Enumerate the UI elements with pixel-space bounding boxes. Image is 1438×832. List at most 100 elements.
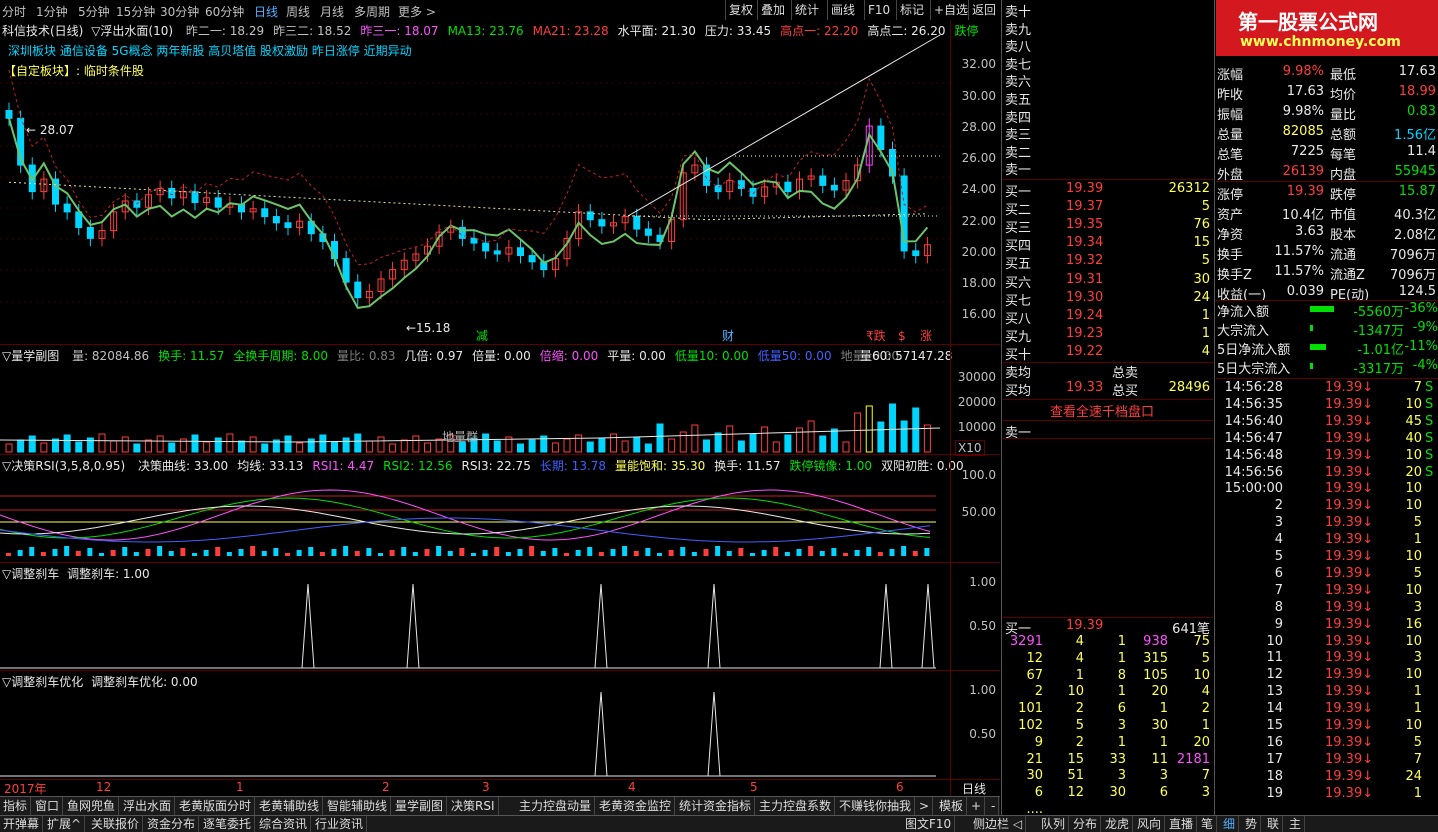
side-tab[interactable]: 分布 bbox=[1070, 816, 1102, 832]
bid-price: 19.24 bbox=[1066, 307, 1104, 323]
brake-chart[interactable] bbox=[0, 580, 950, 670]
side-tab[interactable]: 侧边栏 ◁ bbox=[970, 816, 1027, 832]
queue-cell: 6 bbox=[1159, 785, 1168, 801]
tab-period[interactable]: 日线 bbox=[254, 3, 278, 20]
indicator-tab[interactable]: + bbox=[968, 797, 986, 816]
tab-period[interactable]: 15分钟 bbox=[116, 3, 155, 20]
tab-period[interactable]: 分时 bbox=[2, 3, 26, 20]
bid-level-label: 买七 bbox=[1005, 293, 1032, 309]
volume-bar bbox=[214, 437, 222, 453]
side-tab[interactable]: 风向 bbox=[1134, 816, 1166, 832]
indicator-tab[interactable]: 指标 bbox=[0, 797, 32, 816]
toolbar-button[interactable]: 标记 bbox=[896, 0, 927, 20]
status-tab[interactable]: 行业资讯 bbox=[312, 816, 368, 832]
brake-panel-title[interactable]: ▽调整刹车 bbox=[2, 567, 59, 581]
status-tab[interactable]: 扩展^ bbox=[44, 816, 86, 832]
tick-volume: 7 bbox=[1413, 380, 1422, 395]
indicator-tab[interactable]: 主力控盘动量 bbox=[516, 797, 596, 816]
indicator-tab[interactable]: 老黄资金监控 bbox=[596, 797, 676, 816]
tab-period[interactable]: 周线 bbox=[286, 3, 310, 20]
indicator-tab[interactable]: 老黄辅助线 bbox=[256, 797, 324, 816]
toolbar-button[interactable]: 统计 bbox=[791, 0, 822, 20]
status-tab[interactable]: 综合资讯 bbox=[256, 816, 312, 832]
indicator-tab[interactable]: 量学副图 bbox=[392, 797, 448, 816]
indicator-tab[interactable]: 老黄版面分时 bbox=[176, 797, 256, 816]
tab-period[interactable]: 30分钟 bbox=[160, 3, 199, 20]
indicator-tab[interactable]: 不赚钱你抽我 bbox=[836, 797, 916, 816]
tick-volume: 1 bbox=[1413, 532, 1422, 548]
status-tab[interactable]: 关联报价 bbox=[88, 816, 144, 832]
toolbar-button[interactable]: 叠加 bbox=[757, 0, 788, 20]
stat-value: 26139 bbox=[1282, 164, 1324, 179]
toolbar-button[interactable]: 复权 bbox=[725, 0, 756, 20]
brake-opt-chart[interactable] bbox=[0, 688, 950, 778]
status-tab[interactable]: 资金分布 bbox=[144, 816, 200, 832]
rsi-chart[interactable] bbox=[0, 470, 950, 562]
side-tab[interactable]: 势 bbox=[1242, 816, 1262, 832]
indicator-value: 量: 82084.86 bbox=[72, 349, 150, 363]
price-chart[interactable]: ← 28.07 ←15.18 减 财 ₹跌 $ 涨 bbox=[0, 20, 1000, 344]
side-tab[interactable]: 联 bbox=[1264, 816, 1284, 832]
tab-period[interactable]: 月线 bbox=[320, 3, 344, 20]
side-tab[interactable]: 主 bbox=[1286, 816, 1306, 832]
candle-body bbox=[633, 216, 641, 230]
brake-opt-panel-title[interactable]: ▽调整刹车优化 bbox=[2, 675, 83, 689]
status-tab[interactable]: 开弹幕 bbox=[0, 816, 44, 832]
stat-label: 跌停 bbox=[1330, 188, 1357, 203]
tab-period[interactable]: 更多 > bbox=[398, 3, 436, 20]
side-tab[interactable]: 图文F10 bbox=[902, 816, 956, 832]
volume-panel-title[interactable]: ▽量学副图 bbox=[2, 349, 59, 363]
volume-bar bbox=[28, 435, 36, 453]
rsi-bar bbox=[773, 547, 779, 556]
tab-period[interactable]: 多周期 bbox=[354, 3, 390, 20]
stat-value: 0.83 bbox=[1407, 104, 1436, 119]
volume-bar bbox=[261, 443, 269, 453]
indicator-tab[interactable]: > bbox=[916, 797, 934, 816]
indicator-tab[interactable]: 主力控盘系数 bbox=[756, 797, 836, 816]
stat-value: 7225 bbox=[1290, 144, 1324, 159]
indicator-tab[interactable]: 统计资金指标 bbox=[676, 797, 756, 816]
volume-bar bbox=[284, 435, 292, 453]
bid-level-label: 买十 bbox=[1005, 347, 1032, 363]
toolbar-button[interactable]: 画线 bbox=[827, 0, 858, 20]
side-tab[interactable]: 队列 bbox=[1038, 816, 1070, 832]
stat-label: 总额 bbox=[1330, 128, 1357, 143]
stat-value: 2.08亿 bbox=[1394, 228, 1436, 243]
indicator-tab[interactable]: 智能辅助线 bbox=[324, 797, 392, 816]
stat-value: 17.63 bbox=[1398, 64, 1436, 79]
indicator-tab[interactable]: 浮出水面 bbox=[120, 797, 176, 816]
stat-value: 11.57% bbox=[1274, 244, 1324, 259]
queue-cell: 8 bbox=[1117, 667, 1126, 683]
side-tab[interactable]: 细 bbox=[1220, 816, 1240, 832]
view-full-depth-link[interactable]: 查看全速千档盘口 bbox=[1050, 401, 1154, 420]
volume-bar bbox=[377, 436, 385, 453]
indicator-tab[interactable]: 决策RSI bbox=[448, 797, 499, 816]
volume-bar bbox=[761, 426, 769, 453]
date-tick-label: 4 bbox=[628, 780, 636, 794]
tick-volume: 20 bbox=[1405, 464, 1422, 480]
signal-marker: 财 bbox=[722, 329, 734, 343]
tab-period[interactable]: 1分钟 bbox=[36, 3, 68, 20]
toolbar-button[interactable]: +自选 bbox=[930, 0, 971, 20]
rsi-bar bbox=[87, 548, 93, 556]
tab-period[interactable]: 5分钟 bbox=[78, 3, 110, 20]
side-tab[interactable]: 龙虎 bbox=[1102, 816, 1134, 832]
indicator-tab[interactable]: - bbox=[988, 797, 1000, 816]
signal-spike bbox=[301, 583, 315, 669]
status-tab[interactable]: 逐笔委托 bbox=[200, 816, 256, 832]
side-tab[interactable]: 笔 bbox=[1198, 816, 1218, 832]
volume-bar bbox=[703, 439, 710, 453]
volume-bar bbox=[807, 420, 815, 453]
volume-bar bbox=[563, 438, 571, 453]
tick-price: 19.39↓ bbox=[1325, 447, 1374, 463]
toolbar-button[interactable]: 返回 bbox=[968, 0, 999, 20]
indicator-tab[interactable]: 模板 bbox=[936, 797, 968, 816]
stat-value: 11.57% bbox=[1274, 264, 1324, 279]
flow-value: -1347万 bbox=[1353, 324, 1404, 339]
tab-period[interactable]: 60分钟 bbox=[205, 3, 244, 20]
indicator-tab[interactable]: 鱼网兜鱼 bbox=[64, 797, 120, 816]
indicator-tab[interactable]: 窗口 bbox=[32, 797, 64, 816]
pane-divider bbox=[1214, 0, 1215, 815]
toolbar-button[interactable]: F10 bbox=[864, 0, 893, 20]
side-tab[interactable]: 直播 bbox=[1166, 816, 1198, 832]
